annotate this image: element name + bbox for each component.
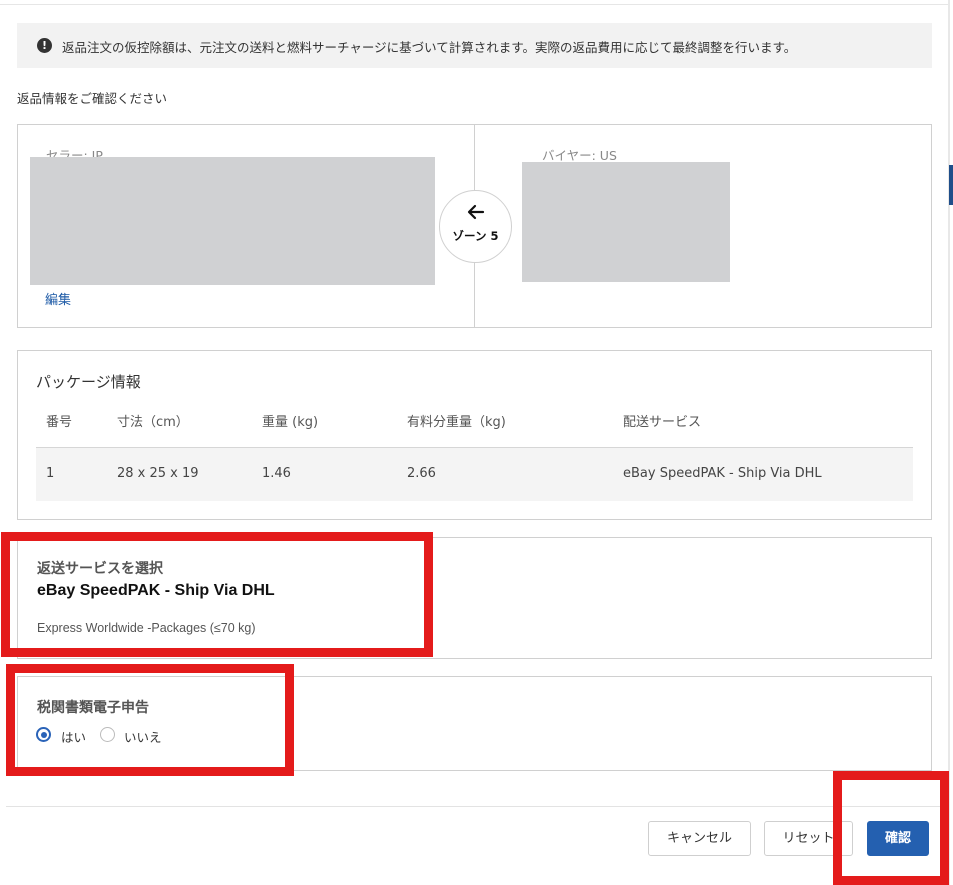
column-header-billable-weight: 有料分重量（kg)	[407, 415, 506, 430]
edit-address-link[interactable]: 編集	[45, 289, 71, 308]
radio-no[interactable]	[100, 727, 115, 742]
cell-number: 1	[46, 466, 55, 481]
info-exclamation-icon: !	[37, 38, 52, 53]
scrollbar-thumb[interactable]	[949, 165, 953, 205]
notice-text: 返品注文の仮控除額は、元注文の送料と燃料サーチャージに基づいて計算されます。実際…	[62, 40, 797, 55]
cell-shipping-service: eBay SpeedPAK - Ship Via DHL	[623, 466, 822, 481]
customs-heading: 税関書類電子申告	[37, 700, 149, 716]
column-header-number: 番号	[46, 415, 73, 430]
confirm-heading: 返品情報をご確認ください	[17, 91, 168, 106]
return-service-description: Express Worldwide -Packages (≤70 kg)	[37, 621, 256, 635]
customs-panel	[17, 676, 932, 771]
arrow-left-icon	[439, 199, 512, 222]
seller-address-redacted	[30, 157, 435, 285]
cell-billable-weight: 2.66	[407, 466, 436, 481]
top-divider	[0, 4, 948, 5]
cancel-button[interactable]: キャンセル	[648, 821, 751, 856]
footer-divider	[6, 806, 948, 807]
return-service-heading: 返送サービスを選択	[37, 561, 163, 577]
cell-dimensions: 28 x 25 x 19	[117, 466, 199, 481]
package-info-title: パッケージ情報	[36, 373, 141, 391]
buyer-address-redacted	[522, 162, 730, 282]
radio-yes[interactable]	[36, 727, 51, 742]
column-header-shipping-service: 配送サービス	[623, 415, 702, 430]
cell-weight: 1.46	[262, 466, 291, 481]
reset-button[interactable]: リセット	[764, 821, 853, 856]
return-service-name[interactable]: eBay SpeedPAK - Ship Via DHL	[37, 582, 275, 600]
column-header-weight: 重量 (kg)	[262, 415, 319, 430]
confirm-button[interactable]: 確認	[867, 821, 929, 856]
radio-no-label[interactable]: いいえ	[124, 727, 162, 746]
zone-label: ゾーン 5	[452, 229, 499, 243]
radio-yes-label[interactable]: はい	[61, 727, 86, 746]
scrollbar-track[interactable]	[948, 0, 950, 885]
column-header-dimensions: 寸法（cm）	[117, 415, 189, 430]
